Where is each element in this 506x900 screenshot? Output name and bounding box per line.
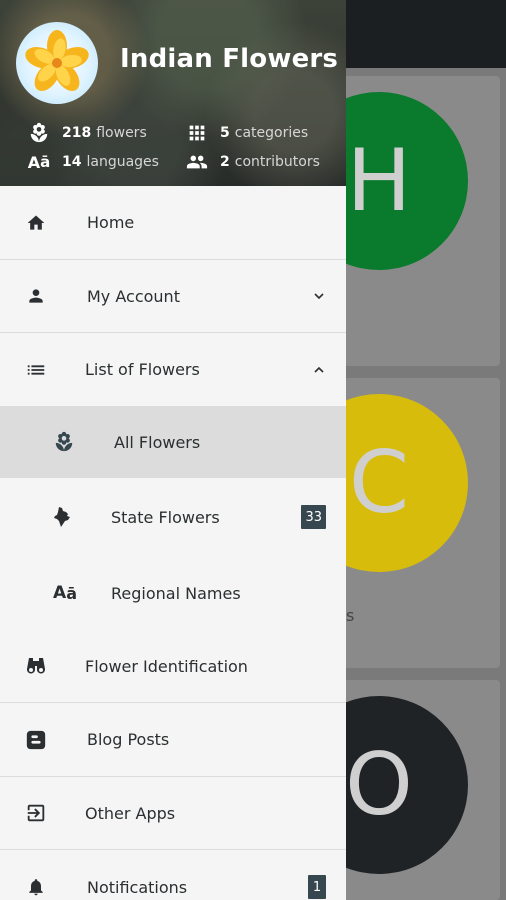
menu-item-notifications[interactable]: Notifications 1 bbox=[0, 850, 346, 900]
stat-flowers: 218 flowers bbox=[26, 122, 147, 144]
navigation-drawer: Indian Flowers 218 flowers 5 categories … bbox=[0, 0, 346, 900]
menu-item-label: Blog Posts bbox=[87, 730, 170, 749]
menu-item-all-flowers[interactable]: All Flowers bbox=[0, 406, 346, 478]
menu-item-regional-names[interactable]: Aā Regional Names bbox=[0, 556, 346, 630]
person-icon bbox=[24, 284, 48, 308]
menu-item-label: My Account bbox=[87, 286, 180, 306]
languages-count: 14 bbox=[62, 154, 82, 170]
drawer-header: Indian Flowers 218 flowers 5 categories … bbox=[0, 0, 346, 186]
list-icon bbox=[24, 358, 48, 382]
menu-item-my-account[interactable]: My Account bbox=[0, 260, 346, 332]
count-badge: 1 bbox=[308, 875, 326, 899]
plumeria-flower-icon bbox=[25, 30, 89, 91]
flower-icon bbox=[26, 122, 52, 144]
stat-categories: 5 categories bbox=[184, 122, 308, 144]
menu-item-blog-posts[interactable]: Blog Posts bbox=[0, 703, 346, 776]
app-logo bbox=[16, 22, 98, 104]
background-card-text: s bbox=[346, 606, 355, 625]
contributors-unit: contributors bbox=[234, 154, 320, 170]
categories-unit: categories bbox=[234, 125, 309, 141]
menu-item-list-of-flowers[interactable]: List of Flowers bbox=[0, 333, 346, 406]
flowers-count: 218 bbox=[62, 125, 92, 141]
blogger-icon bbox=[24, 728, 48, 752]
menu-item-label: Notifications bbox=[87, 877, 188, 897]
people-icon bbox=[184, 151, 210, 173]
chevron-down-icon[interactable] bbox=[310, 287, 328, 305]
menu-item-state-flowers[interactable]: State Flowers 33 bbox=[0, 478, 346, 556]
menu-item-label: Regional Names bbox=[111, 583, 241, 603]
categories-count: 5 bbox=[220, 125, 230, 141]
exit-to-app-icon bbox=[24, 801, 48, 825]
menu-item-label: List of Flowers bbox=[85, 360, 200, 379]
grid-icon bbox=[184, 122, 210, 144]
india-map-icon bbox=[50, 505, 74, 529]
menu-item-flower-identification[interactable]: Flower Identification bbox=[0, 630, 346, 702]
binoculars-icon bbox=[24, 654, 48, 678]
chevron-up-icon[interactable] bbox=[310, 361, 328, 379]
languages-unit: languages bbox=[86, 154, 159, 170]
stat-contributors: 2 contributors bbox=[184, 151, 320, 173]
translate-icon: Aā bbox=[53, 583, 77, 603]
contributors-count: 2 bbox=[220, 154, 230, 170]
stat-languages: Aā 14 languages bbox=[26, 151, 159, 173]
menu-item-label: All Flowers bbox=[114, 432, 201, 452]
flower-icon bbox=[52, 430, 76, 454]
bell-icon bbox=[24, 875, 48, 899]
home-icon bbox=[24, 211, 48, 235]
count-badge: 33 bbox=[301, 505, 326, 529]
app-title: Indian Flowers bbox=[120, 44, 339, 74]
translate-icon: Aā bbox=[27, 152, 51, 172]
menu-item-label: State Flowers bbox=[111, 507, 220, 527]
menu-item-label: Home bbox=[87, 213, 135, 232]
flowers-unit: flowers bbox=[96, 125, 147, 141]
menu-item-label: Flower Identification bbox=[85, 656, 248, 676]
menu-item-other-apps[interactable]: Other Apps bbox=[0, 777, 346, 849]
menu-item-home[interactable]: Home bbox=[0, 186, 346, 259]
menu-item-label: Other Apps bbox=[85, 803, 176, 823]
